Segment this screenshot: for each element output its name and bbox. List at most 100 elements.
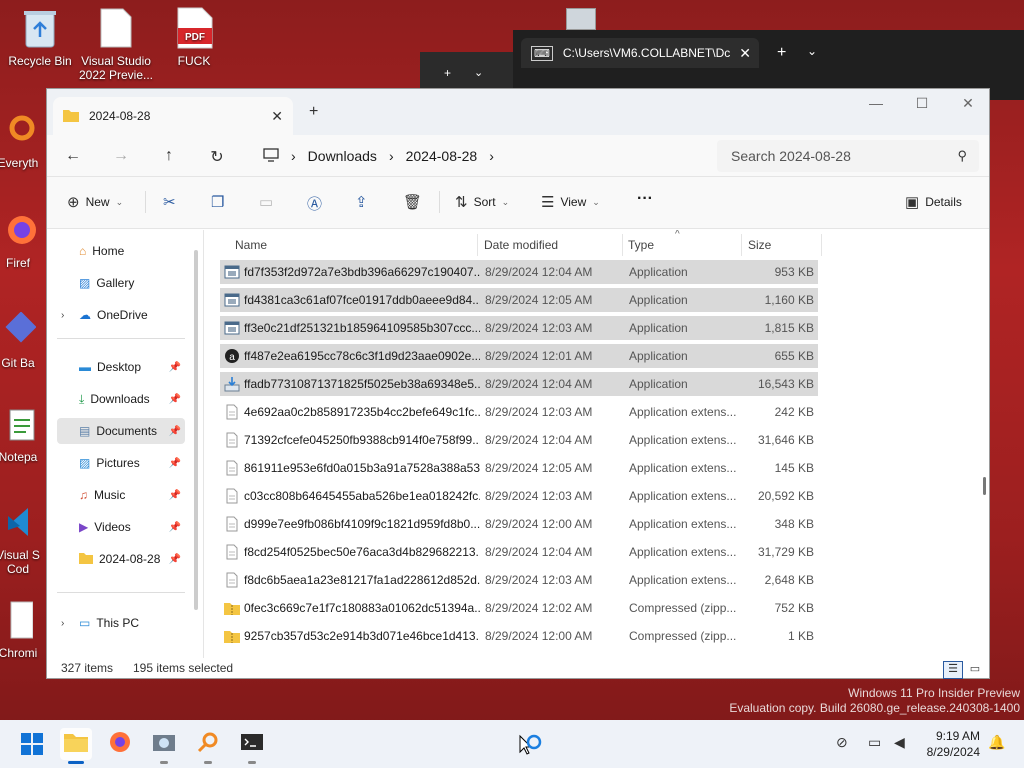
start-button[interactable] xyxy=(16,728,48,760)
sidebar-item-downloads[interactable]: ⤓ Downloads 📌 xyxy=(57,386,185,412)
column-divider[interactable] xyxy=(477,234,478,256)
sidebar-item-videos[interactable]: ▶ Videos 📌 xyxy=(57,514,185,540)
copy-icon[interactable]: ❐ xyxy=(211,193,224,211)
breadcrumb-item-folder[interactable]: 2024-08-28 xyxy=(406,148,478,164)
desktop-icon-everything[interactable]: Everyth xyxy=(0,108,48,170)
pin-icon[interactable]: 📌 xyxy=(169,490,181,501)
desktop-icon-chromium[interactable]: Chromi xyxy=(0,598,48,660)
file-row[interactable]: d999e7ee9fb086bf4109f9c1821d959fd8b0... 8… xyxy=(220,512,818,536)
cut-icon[interactable]: ✂ xyxy=(163,193,176,211)
file-row[interactable]: ff3e0c21df251321b185964109585b307ccc... 8… xyxy=(220,316,818,340)
sidebar-scrollbar[interactable] xyxy=(194,250,198,610)
explorer-tab[interactable]: 2024-08-28 ✕ xyxy=(53,97,293,135)
desktop-icon-partial[interactable] xyxy=(566,8,596,30)
file-row[interactable]: ffadb77310871371825f5025eb38a69348e5... 8… xyxy=(220,372,818,396)
taskbar-app-camera[interactable] xyxy=(148,728,180,764)
pin-icon[interactable]: 📌 xyxy=(169,426,181,437)
desktop-icon-recycle-bin[interactable]: Recycle Bin xyxy=(2,6,78,68)
forward-arrow-icon[interactable]: → xyxy=(109,147,133,165)
tiles-view-icon[interactable]: ▭ xyxy=(965,661,985,679)
desktop-icon-git-bash[interactable]: Git Ba xyxy=(0,308,48,370)
chevron-right-icon[interactable]: › xyxy=(389,148,394,164)
column-header-date[interactable]: Date modified xyxy=(484,238,558,252)
pin-icon[interactable]: 📌 xyxy=(169,394,181,405)
taskbar-file-explorer[interactable] xyxy=(60,728,92,764)
desktop-icon-vscode[interactable]: Visual S Cod xyxy=(0,500,48,576)
new-tab-plus-icon[interactable]: + xyxy=(777,44,786,62)
column-divider[interactable] xyxy=(821,234,822,256)
column-divider[interactable] xyxy=(741,234,742,256)
column-header-type[interactable]: Type xyxy=(628,238,654,252)
chevron-right-icon[interactable]: › xyxy=(61,618,64,629)
system-clock[interactable]: 9:19 AM 8/29/2024 xyxy=(927,728,980,760)
chevron-right-icon[interactable]: › xyxy=(291,148,296,164)
desktop-icon-pdf[interactable]: PDF FUCK xyxy=(156,6,232,68)
rename-icon[interactable]: Ⓐ xyxy=(307,193,322,214)
search-icon[interactable]: ⚲ xyxy=(957,148,967,164)
chevron-down-icon[interactable]: ⌄ xyxy=(807,44,817,58)
file-row[interactable]: 4e692aa0c2b858917235b4cc2befe649c1fc... 8… xyxy=(220,400,818,424)
breadcrumb[interactable]: › Downloads › 2024-08-28 › xyxy=(251,140,711,172)
details-button[interactable]: ▣ Details xyxy=(905,193,962,211)
delete-trash-icon[interactable]: 🗑 xyxy=(403,193,422,211)
refresh-icon[interactable]: ↻ xyxy=(205,147,229,167)
desktop-icon-notepad[interactable]: Notepa xyxy=(0,402,48,464)
taskbar-everything[interactable] xyxy=(192,728,224,764)
pin-icon[interactable]: 📌 xyxy=(169,362,181,373)
file-row[interactable]: fd7f353f2d972a7e3bdb396a66297c190407... 8… xyxy=(220,260,818,284)
pin-icon[interactable]: 📌 xyxy=(169,554,181,565)
file-row[interactable]: a ff487e2ea6195cc78c6c3f1d9d23aae0902e...… xyxy=(220,344,818,368)
sidebar-item-this-pc[interactable]: › ▭ This PC xyxy=(57,610,185,636)
back-arrow-icon[interactable]: ← xyxy=(61,147,85,165)
column-divider[interactable] xyxy=(622,234,623,256)
file-row[interactable]: f8cd254f0525bec50e76aca3d4b829682213... 8… xyxy=(220,540,818,564)
pin-icon[interactable]: 📌 xyxy=(169,522,181,533)
view-button[interactable]: ☰ View ⌄ xyxy=(541,193,600,211)
file-row[interactable]: 0fec3c669c7e1f7c180883a01062dc51394a... 8… xyxy=(220,596,818,620)
terminal-tab[interactable]: ⌨ C:\Users\VM6.COLLABNET\Dc ✕ xyxy=(521,38,759,68)
notification-bell-icon[interactable]: 🔔 xyxy=(988,734,1005,751)
minimize-button[interactable]: — xyxy=(853,95,899,111)
chevron-right-icon[interactable]: › xyxy=(61,310,64,321)
up-arrow-icon[interactable]: ↑ xyxy=(157,147,181,165)
pin-icon[interactable]: 📌 xyxy=(169,458,181,469)
file-row[interactable]: f8dc6b5aea1a23e81217fa1ad228612d852d... 8… xyxy=(220,568,818,592)
paste-icon[interactable]: ▭ xyxy=(259,193,273,211)
network-disconnected-icon[interactable]: ⊘ xyxy=(836,734,848,751)
breadcrumb-item-downloads[interactable]: Downloads xyxy=(308,148,377,164)
details-view-icon[interactable]: ☰ xyxy=(943,661,963,679)
sidebar-item-documents[interactable]: ▤ Documents 📌 xyxy=(57,418,185,444)
file-row[interactable]: 9257cb357d53c2e914b3d071e46bce1d413... 8/… xyxy=(220,624,818,648)
file-row[interactable]: 71392cfcefe045250fb9388cb914f0e758f99...… xyxy=(220,428,818,452)
more-options-icon[interactable]: ··· xyxy=(637,190,653,208)
chevron-down-icon[interactable]: ⌄ xyxy=(474,66,483,79)
close-tab-icon[interactable]: ✕ xyxy=(271,108,283,125)
new-button[interactable]: ⊕ New ⌄ xyxy=(67,193,123,211)
sidebar-item-pictures[interactable]: ▨ Pictures 📌 xyxy=(57,450,185,476)
sidebar-item-gallery[interactable]: ▨ Gallery xyxy=(57,270,185,296)
sidebar-item-desktop[interactable]: ▬ Desktop 📌 xyxy=(57,354,185,380)
sidebar-item-music[interactable]: ♫ Music 📌 xyxy=(57,482,185,508)
file-row[interactable]: c03cc808b64645455aba526be1ea018242fc... 8… xyxy=(220,484,818,508)
sidebar-item-home[interactable]: ⌂ Home xyxy=(57,238,185,264)
desktop-icon-visual-studio[interactable]: Visual Studio 2022 Previe... xyxy=(78,6,154,82)
sidebar-item-onedrive[interactable]: › ☁ OneDrive xyxy=(57,302,185,328)
taskbar-terminal[interactable] xyxy=(236,728,268,764)
sort-button[interactable]: ⇅ Sort ⌄ xyxy=(455,193,509,211)
maximize-button[interactable]: ☐ xyxy=(899,95,945,112)
file-list-scrollbar[interactable] xyxy=(983,477,986,495)
volume-muted-icon[interactable]: ◀ xyxy=(894,734,905,751)
close-window-button[interactable]: ✕ xyxy=(945,95,991,112)
display-icon[interactable]: ▭ xyxy=(868,734,881,751)
close-icon[interactable]: ✕ xyxy=(739,45,751,62)
taskbar-firefox[interactable] xyxy=(104,728,136,760)
column-header-size[interactable]: Size xyxy=(748,238,771,252)
column-header-name[interactable]: Name xyxy=(235,238,267,252)
background-window[interactable]: + ⌄ xyxy=(420,52,513,92)
new-tab-plus-icon[interactable]: + xyxy=(444,66,451,80)
new-tab-plus-icon[interactable]: + xyxy=(309,103,318,121)
computer-monitor-icon[interactable] xyxy=(263,147,279,165)
file-row[interactable]: 861911e953e6fd0a015b3a91a7528a388a53... 8… xyxy=(220,456,818,480)
share-icon[interactable]: ⇪ xyxy=(355,193,368,211)
file-row[interactable]: fd4381ca3c61af07fce01917ddb0aeee9d84... 8… xyxy=(220,288,818,312)
